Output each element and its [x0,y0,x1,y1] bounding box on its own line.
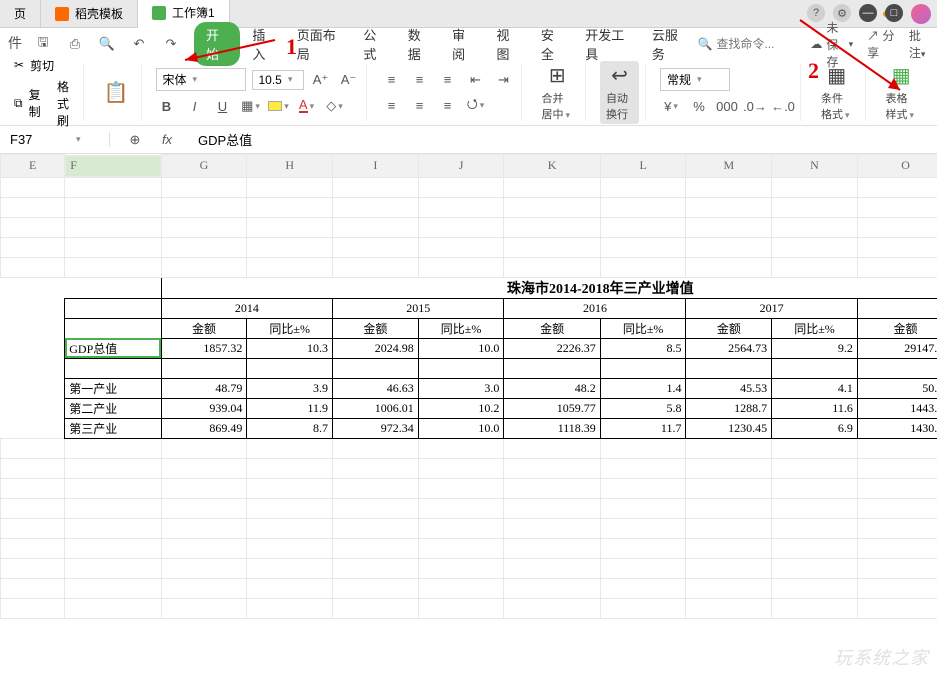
percent-icon[interactable]: % [688,95,710,117]
col-header[interactable]: K [504,155,600,178]
fill-color-icon[interactable] [268,95,290,117]
year-header: 2014 [161,298,332,318]
col-header[interactable]: L [600,155,686,178]
help-icon[interactable]: ? [807,4,825,22]
search-input[interactable] [716,37,796,51]
year-header: 2016 [504,298,686,318]
menu-start[interactable]: 开始 [194,22,240,66]
col-header[interactable]: O [857,155,937,178]
search-icon: 🔍 [697,37,712,51]
share-button[interactable]: ↗ 分享 [867,27,895,61]
col-header[interactable]: E [1,155,65,178]
fx-icon[interactable]: fx [156,129,178,151]
align-top-icon[interactable]: ≡ [381,69,403,91]
menu-view[interactable]: 视图 [487,21,529,67]
wrap-icon: ↩ [611,63,628,88]
share-icon: ↗ [867,29,879,43]
file-menu[interactable]: 件 [8,33,22,55]
col-header[interactable]: F [65,155,160,177]
conditional-format-button[interactable]: ▦条件格式 [815,61,859,124]
menu-review[interactable]: 审阅 [442,21,484,67]
tab-page[interactable]: 页 [0,0,41,28]
col-header[interactable]: I [333,155,419,178]
copy-button[interactable]: 复制 [29,86,42,120]
paste-icon: 📋 [104,80,129,105]
border-icon[interactable]: ▦ [240,95,262,117]
decrease-decimal-icon[interactable]: ←.0 [772,95,794,117]
comma-icon[interactable]: 000 [716,95,738,117]
search-command[interactable]: 🔍 [697,37,796,51]
minimize-icon[interactable]: — [859,4,877,22]
col-header[interactable]: G [161,155,247,178]
tab-templates[interactable]: 稻壳模板 [41,0,138,28]
zoom-icon[interactable]: ⊕ [124,129,146,151]
cut-icon[interactable]: ✂ [14,58,24,72]
clear-format-icon[interactable]: ◇ [324,95,346,117]
col-header[interactable]: J [418,155,504,178]
decrease-font-icon[interactable]: A⁻ [338,69,360,91]
table-style-button[interactable]: ▦表格样式 [880,61,924,124]
menu-layout[interactable]: 页面布局 [287,21,352,67]
avatar[interactable] [911,4,931,24]
sheet-icon [152,6,166,20]
print-icon[interactable]: ⎙ [64,33,86,55]
align-center-icon[interactable]: ≡ [409,95,431,117]
table-style-icon: ▦ [892,63,911,88]
save-icon[interactable]: 🖫 [32,33,54,55]
format-painter[interactable]: 格式刷 [57,78,77,129]
wrap-text-button[interactable]: ↩自动换行 [600,61,639,124]
italic-icon[interactable]: I [184,95,206,117]
name-box[interactable] [10,132,70,147]
year-header: 2015 [333,298,504,318]
settings-icon[interactable]: ⚙ [833,4,851,22]
underline-icon[interactable]: U [212,95,234,117]
table-row: 第三产业 869.498.7972.3410.01118.3911.71230.… [1,418,937,438]
menu-insert[interactable]: 插入 [242,21,284,67]
increase-decimal-icon[interactable]: .0→ [744,95,766,117]
cut-button[interactable]: 剪切 [30,57,54,74]
align-bottom-icon[interactable]: ≡ [437,69,459,91]
merge-icon: ⊞ [549,63,566,88]
col-header[interactable]: M [686,155,772,178]
table-row: 第一产业 48.793.946.633.048.21.445.534.150.0… [1,378,937,398]
font-size-select[interactable]: 10.5 [252,70,304,90]
bold-icon[interactable]: B [156,95,178,117]
align-middle-icon[interactable]: ≡ [409,69,431,91]
cell-gdp-label[interactable]: GDP总值 [65,338,161,358]
formula-input[interactable] [198,132,931,147]
font-name-select[interactable]: 宋体 [156,68,246,91]
copy-icon[interactable]: ⧉ [14,96,23,111]
align-left-icon[interactable]: ≡ [381,95,403,117]
fire-icon [55,7,69,21]
menu-cloud[interactable]: 云服务 [642,21,696,67]
approve-button[interactable]: 批注▾ [909,27,929,61]
number-format-select[interactable]: 常规 [660,68,730,91]
menu-data[interactable]: 数据 [398,21,440,67]
preview-icon[interactable]: 🔍 [96,33,118,55]
table-row: GDP总值 1857.3210.32024.9810.02226.378.525… [1,338,937,358]
merge-center-button[interactable]: ⊞合并居中 [536,61,580,124]
year-header: 2018 [857,298,937,318]
cloud-icon: ☁ [810,37,822,51]
redo-icon[interactable]: ↷ [160,33,182,55]
col-header[interactable]: H [247,155,333,178]
indent-increase-icon[interactable]: ⇥ [493,69,515,91]
year-header: 2017 [686,298,857,318]
align-right-icon[interactable]: ≡ [437,95,459,117]
col-header[interactable]: N [772,155,858,178]
currency-icon[interactable]: ¥ [660,95,682,117]
table-row: 第二产业 939.0411.91006.0110.21059.775.81288… [1,398,937,418]
increase-font-icon[interactable]: A⁺ [310,69,332,91]
cond-format-icon: ▦ [827,63,846,88]
undo-icon[interactable]: ↶ [128,33,150,55]
orientation-icon[interactable]: ⭯ [465,95,487,117]
indent-decrease-icon[interactable]: ⇤ [465,69,487,91]
table-title: 珠海市2014-2018年三产业增值 [161,277,937,298]
maximize-icon[interactable]: □ [885,4,903,22]
font-color-icon[interactable]: A [296,95,318,117]
menu-formula[interactable]: 公式 [353,21,395,67]
paste-button[interactable]: 📋 [98,78,135,107]
